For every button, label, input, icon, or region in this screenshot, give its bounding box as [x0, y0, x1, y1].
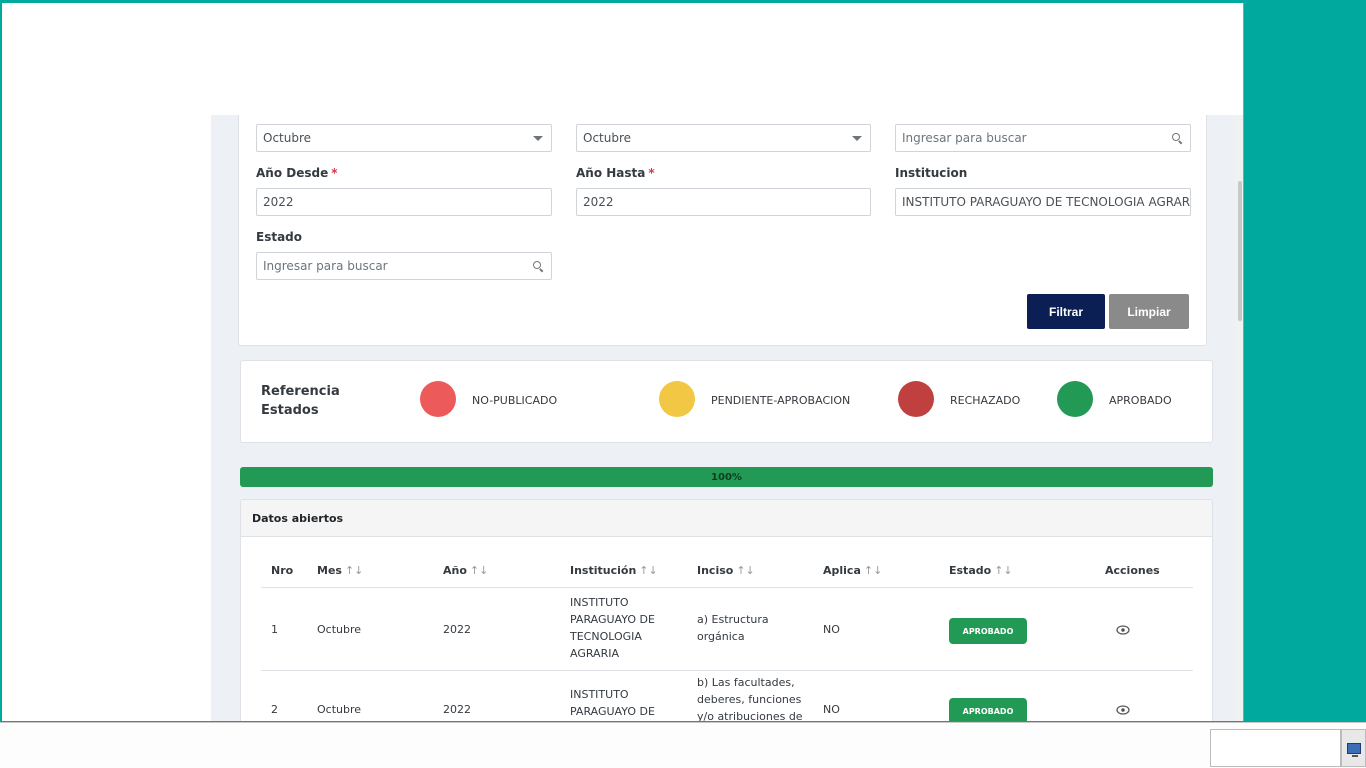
page-content: Octubre Octubre Ingresar para buscar Año…: [211, 115, 1236, 721]
institucion-input[interactable]: INSTITUTO PARAGUAYO DE TECNOLOGIA AGRARI…: [895, 188, 1191, 216]
column-header-institucion[interactable]: Institución ↑↓: [570, 564, 658, 577]
institucion-value: INSTITUTO PARAGUAYO DE TECNOLOGIA AGRARI…: [902, 195, 1191, 209]
estado-search-placeholder: Ingresar para buscar: [263, 259, 388, 273]
cell-nro: 2: [271, 703, 278, 716]
mes-desde-value: Octubre: [263, 131, 312, 145]
anio-desde-label: Año Desde *: [256, 166, 338, 180]
eye-icon[interactable]: [1116, 625, 1130, 635]
sort-icon: ↑↓: [736, 564, 755, 577]
referencia-estados-card: Referencia Estados NO-PUBLICADO PENDIENTE…: [240, 360, 1213, 443]
cell-inciso-line: deberes, funciones: [697, 693, 802, 706]
limpiar-button[interactable]: Limpiar: [1109, 294, 1189, 329]
estado-search-input[interactable]: Ingresar para buscar: [256, 252, 552, 280]
column-header-anio[interactable]: Año ↑↓: [443, 564, 488, 577]
header-divider: [261, 587, 1193, 588]
estado-reference-label: NO-PUBLICADO: [472, 394, 558, 407]
column-header-aplica[interactable]: Aplica ↑↓: [823, 564, 882, 577]
filtrar-button[interactable]: Filtrar: [1027, 294, 1105, 329]
cell-institucion-line: INSTITUTO: [570, 688, 629, 701]
cell-anio: 2022: [443, 703, 471, 716]
anio-hasta-input[interactable]: 2022: [576, 188, 871, 216]
monitor-icon: [1346, 742, 1361, 757]
estado-reference-label: APROBADO: [1109, 394, 1172, 407]
sort-icon: ↑↓: [344, 564, 364, 577]
cell-mes: Octubre: [317, 703, 362, 716]
estado-color-dot: [659, 381, 695, 417]
show-desktop-button[interactable]: [1341, 729, 1366, 767]
cell-mes: Octubre: [317, 623, 362, 636]
cell-inciso-line: a) Estructura: [697, 613, 769, 626]
estado-color-dot: [898, 381, 934, 417]
cell-inciso-line: orgánica: [697, 630, 745, 643]
chevron-down-icon: [533, 136, 543, 141]
cell-inciso-line: y/o atribuciones de: [697, 710, 803, 721]
anio-hasta-label: Año Hasta *: [576, 166, 655, 180]
estado-label: Estado: [256, 230, 303, 244]
cell-inciso-line: b) Las facultades,: [697, 676, 795, 689]
estado-color-dot: [420, 381, 456, 417]
browser-window: Octubre Octubre Ingresar para buscar Año…: [2, 3, 1244, 721]
progress-bar: 100%: [240, 467, 1213, 487]
anio-desde-value: 2022: [263, 195, 294, 209]
institucion-label: Institucion: [895, 166, 968, 180]
cell-institucion-line: TECNOLOGIA: [570, 630, 642, 643]
column-header-acciones: Acciones: [1105, 564, 1160, 577]
column-header-mes[interactable]: Mes ↑↓: [317, 564, 363, 577]
datos-abiertos-title: Datos abiertos: [252, 511, 344, 525]
left-margin: [2, 115, 211, 721]
page-scrollbar[interactable]: [1236, 115, 1243, 721]
taskbar-tray-box[interactable]: [1210, 729, 1341, 767]
chevron-down-icon: [852, 136, 862, 141]
taskbar: [0, 722, 1366, 768]
mes-hasta-value: Octubre: [583, 131, 632, 145]
column-header-inciso[interactable]: Inciso ↑↓: [697, 564, 755, 577]
eye-icon[interactable]: [1116, 705, 1130, 715]
row-divider: [261, 670, 1193, 671]
sort-icon: ↑↓: [863, 564, 883, 577]
cell-institucion-line: PARAGUAYO DE: [570, 613, 655, 626]
status-badge: APROBADO: [949, 698, 1027, 721]
mes-desde-select[interactable]: Octubre: [256, 124, 552, 152]
anio-hasta-value: 2022: [583, 195, 614, 209]
scrollbar-thumb[interactable]: [1238, 181, 1242, 321]
cell-anio: 2022: [443, 623, 471, 636]
referencia-estados-title: Referencia Estados: [261, 384, 340, 418]
datos-abiertos-card: Datos abiertos Nro Mes ↑↓ Año ↑↓ Instituci…: [240, 499, 1213, 721]
search-icon: [1171, 132, 1183, 144]
status-badge: APROBADO: [949, 618, 1027, 644]
search-icon: [532, 260, 544, 272]
window-header: [2, 3, 1243, 115]
cell-nro: 1: [271, 623, 278, 636]
column-header-nro: Nro: [271, 564, 294, 577]
inciso-search-input[interactable]: Ingresar para buscar: [895, 124, 1191, 152]
cell-aplica: NO: [823, 703, 840, 716]
estado-color-dot: [1057, 381, 1093, 417]
inciso-search-placeholder: Ingresar para buscar: [902, 131, 1027, 145]
cell-aplica: NO: [823, 623, 840, 636]
datos-abiertos-header: Datos abiertos: [241, 500, 1212, 537]
progress-label: 100%: [711, 471, 742, 483]
estado-reference-label: PENDIENTE-APROBACION: [711, 394, 851, 407]
cell-institucion-line: AGRARIA: [570, 647, 619, 660]
sort-icon: ↑↓: [469, 564, 489, 577]
mes-hasta-select[interactable]: Octubre: [576, 124, 871, 152]
filter-card: Octubre Octubre Ingresar para buscar Año…: [238, 115, 1207, 346]
cell-institucion-line: PARAGUAYO DE: [570, 705, 655, 718]
sort-icon: ↑↓: [639, 564, 658, 577]
cell-institucion-line: TECNOLOGIA: [570, 720, 642, 721]
anio-desde-input[interactable]: 2022: [256, 188, 552, 216]
column-header-estado[interactable]: Estado ↑↓: [949, 564, 1013, 577]
cell-institucion-line: INSTITUTO: [570, 596, 629, 609]
sort-icon: ↑↓: [994, 564, 1013, 577]
estado-reference-label: RECHAZADO: [950, 394, 1021, 407]
